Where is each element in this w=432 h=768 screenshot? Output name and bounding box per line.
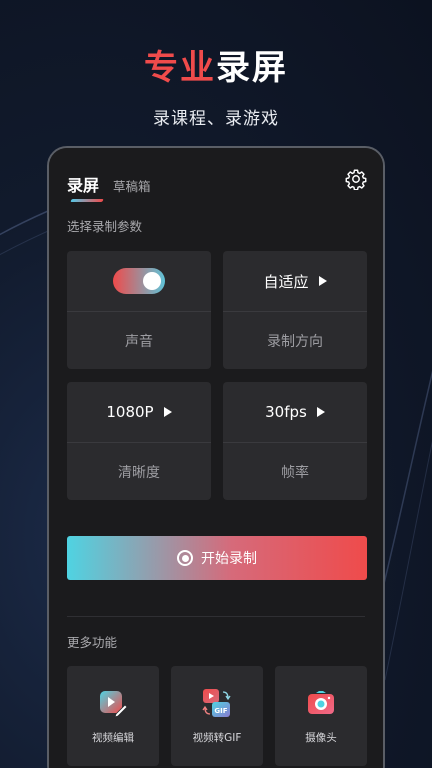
- framerate-selector[interactable]: 30fps: [223, 382, 367, 442]
- hero-title: 专业录屏: [0, 44, 432, 92]
- video-edit-icon: [100, 691, 128, 718]
- app-screen: 录屏 草稿箱 选择录制参数 声音 自适应 录制方向 1080P 清晰度 30fp…: [49, 148, 383, 768]
- svg-text:GIF: GIF: [214, 707, 227, 715]
- toggle-knob: [143, 272, 161, 290]
- gear-icon[interactable]: [345, 168, 367, 190]
- tab-record[interactable]: 录屏: [67, 172, 104, 202]
- framerate-card: 30fps 帧率: [223, 382, 367, 500]
- tab-active-indicator: [70, 199, 104, 202]
- tab-drafts[interactable]: 草稿箱: [113, 176, 151, 196]
- tool-label: 摄像头: [305, 732, 337, 744]
- resolution-label: 清晰度: [118, 464, 160, 481]
- orientation-card: 自适应 录制方向: [223, 251, 367, 369]
- phone-mockup: 录屏 草稿箱 选择录制参数 声音 自适应 录制方向 1080P 清晰度 30fp…: [47, 146, 385, 768]
- tool-video-to-gif[interactable]: GIF 视频转GIF: [171, 666, 263, 766]
- tool-label: 视频编辑: [92, 732, 134, 744]
- tool-video-edit[interactable]: 视频编辑: [67, 666, 159, 766]
- tab-bar: 录屏 草稿箱: [67, 170, 151, 202]
- tab-record-label: 录屏: [67, 176, 100, 195]
- play-arrow-icon: [316, 407, 325, 417]
- framerate-value: 30fps: [265, 403, 307, 421]
- resolution-selector[interactable]: 1080P: [67, 382, 211, 442]
- sound-toggle[interactable]: [113, 268, 165, 294]
- play-arrow-icon: [318, 276, 327, 286]
- sound-label: 声音: [125, 333, 153, 350]
- tool-camera[interactable]: 摄像头: [275, 666, 367, 766]
- tool-label: 视频转GIF: [192, 732, 242, 744]
- hero-title-accent: 专业: [144, 48, 216, 88]
- orientation-label: 录制方向: [267, 333, 323, 350]
- divider: [67, 616, 365, 617]
- sound-card: 声音: [67, 251, 211, 369]
- more-features-label: 更多功能: [67, 635, 118, 650]
- orientation-value: 自适应: [263, 272, 309, 291]
- video-to-gif-icon: GIF: [202, 689, 231, 717]
- start-record-label: 开始录制: [201, 551, 257, 567]
- orientation-selector[interactable]: 自适应: [223, 251, 367, 311]
- framerate-label: 帧率: [281, 464, 309, 481]
- camera-icon: [308, 691, 334, 714]
- play-arrow-icon: [163, 407, 172, 417]
- hero-subtitle: 录课程、录游戏: [153, 109, 279, 129]
- record-icon: [177, 550, 193, 566]
- hero-title-rest: 录屏: [216, 48, 288, 88]
- resolution-value: 1080P: [106, 403, 154, 421]
- start-record-button[interactable]: 开始录制: [67, 536, 367, 580]
- resolution-card: 1080P 清晰度: [67, 382, 211, 500]
- params-section-label: 选择录制参数: [67, 219, 143, 234]
